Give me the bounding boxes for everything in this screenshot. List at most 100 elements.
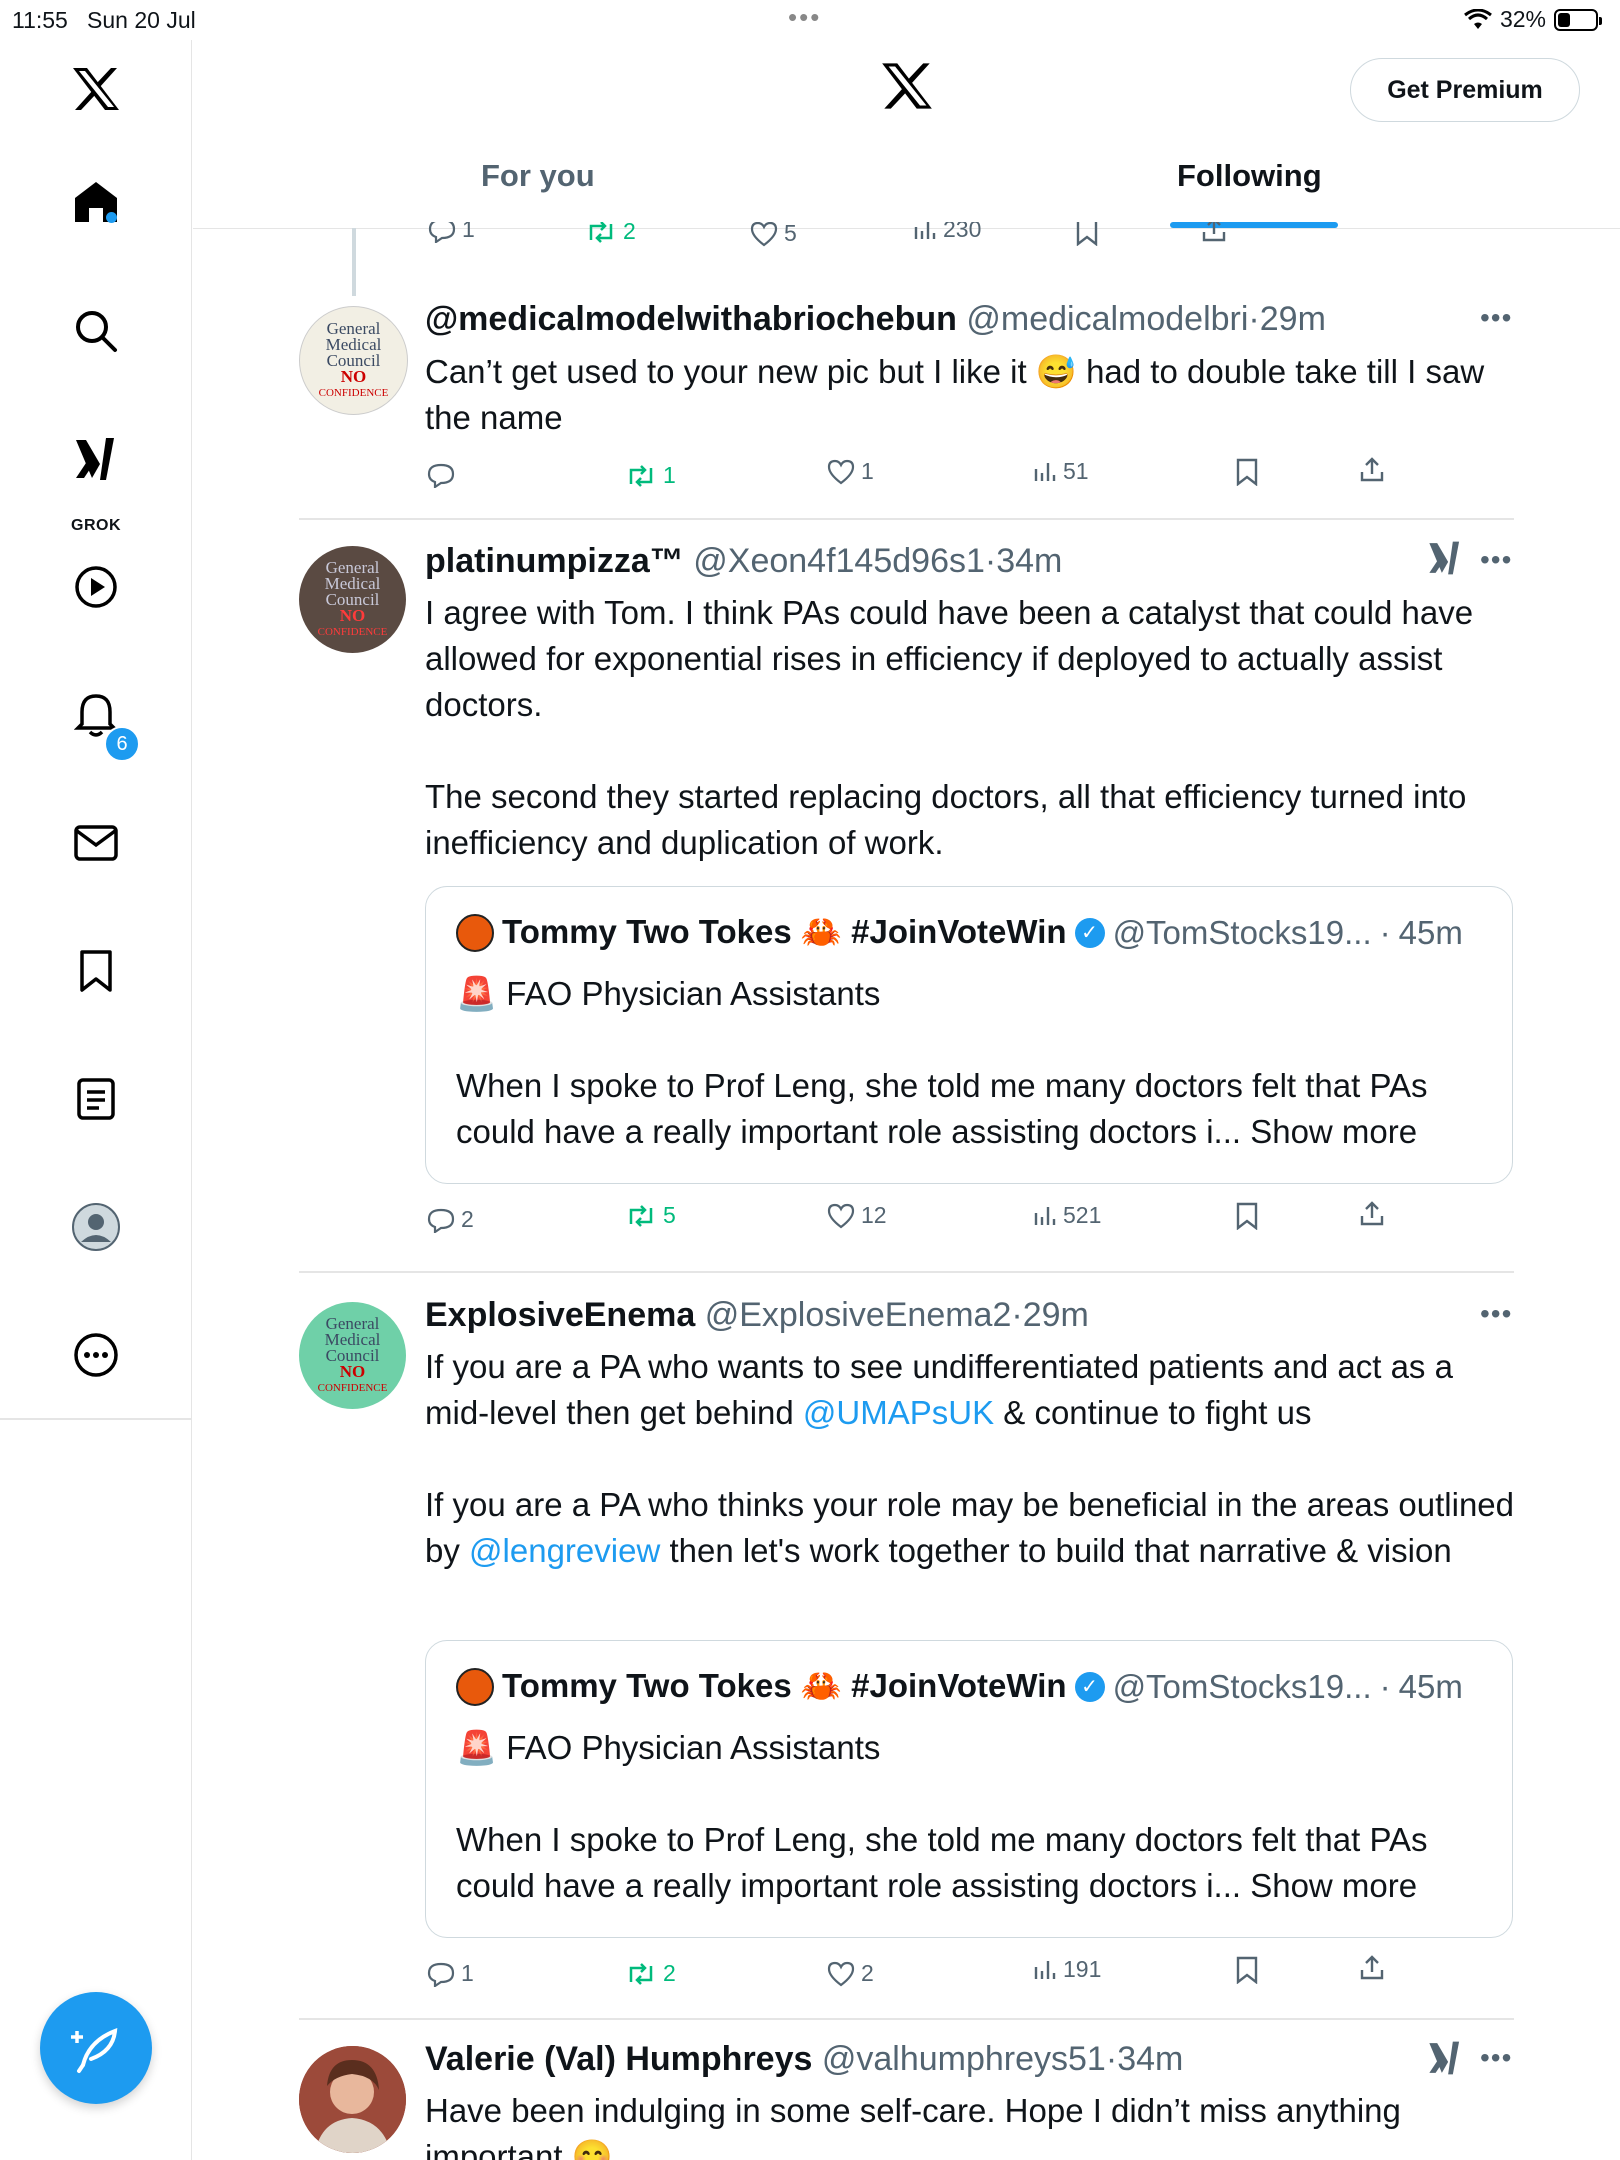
video-icon[interactable] (57, 548, 135, 626)
verified-badge-icon: ✓ (1074, 917, 1105, 948)
multitasking-dots-icon[interactable]: ••• (788, 2, 821, 33)
author-name[interactable]: platinumpizza™ (425, 542, 684, 580)
lists-icon[interactable] (57, 1060, 135, 1138)
avatar[interactable]: General Medical Council NO CONFIDENCE (299, 1302, 406, 1409)
views-button[interactable]: 230 (913, 222, 981, 243)
bookmark-button[interactable] (1235, 458, 1259, 486)
author-handle[interactable]: @valhumphreys51 (822, 2040, 1106, 2078)
share-button[interactable] (1359, 1954, 1385, 1982)
more-icon[interactable] (57, 1316, 135, 1394)
repost-icon (589, 222, 613, 243)
repost-button[interactable]: 2 (625, 1960, 676, 1987)
post-actions: 1 1 51 (425, 457, 1425, 502)
tab-following[interactable]: Following (1177, 158, 1322, 194)
quoted-avatar (456, 1667, 494, 1706)
heart-icon (827, 1203, 855, 1228)
reply-button[interactable]: 1 (428, 222, 475, 243)
author-name[interactable]: @medicalmodelwithabriochebun (425, 300, 957, 338)
post-text: If you are a PA who wants to see undiffe… (425, 1348, 1515, 1569)
views-button[interactable]: 521 (1033, 1202, 1101, 1229)
share-icon (1360, 457, 1384, 482)
share-button[interactable] (1359, 1200, 1385, 1228)
profile-icon[interactable] (57, 1188, 135, 1266)
like-button[interactable]: 2 (827, 1960, 874, 1987)
quoted-handle: @TomStocks19... (1112, 913, 1372, 951)
bookmark-button[interactable] (1235, 1956, 1259, 1984)
post-text: I agree with Tom. I think PAs could have… (425, 594, 1474, 861)
search-icon[interactable] (57, 292, 135, 370)
more-options-icon[interactable]: ••• (1480, 302, 1512, 334)
mail-icon[interactable] (57, 804, 135, 882)
post-divider (299, 1271, 1514, 1273)
grok-explain-icon[interactable] (1426, 540, 1464, 585)
mention-link[interactable]: @lengreview (469, 1532, 660, 1569)
grok-icon[interactable] (57, 420, 135, 498)
views-button[interactable]: 51 (1033, 458, 1089, 485)
post-time[interactable]: 29m (1260, 300, 1326, 338)
quoted-post[interactable]: Tommy Two Tokes 🦀 #JoinVoteWin ✓ @TomStock… (425, 886, 1513, 1184)
quoted-time: 45m (1398, 913, 1463, 951)
get-premium-button[interactable]: Get Premium (1350, 58, 1580, 122)
reply-button[interactable]: 2 (427, 1206, 474, 1233)
verified-badge-icon: ✓ (1074, 1671, 1105, 1702)
grok-explain-icon[interactable] (1426, 2040, 1464, 2085)
heart-icon (827, 459, 855, 484)
compose-post-button[interactable] (40, 1992, 152, 2104)
quoted-post[interactable]: Tommy Two Tokes 🦀 #JoinVoteWin ✓ @TomStock… (425, 1640, 1513, 1938)
like-button[interactable]: 1 (827, 458, 874, 485)
grok-label: GROK (71, 517, 121, 534)
views-icon (914, 222, 936, 239)
like-button[interactable]: 12 (827, 1202, 887, 1229)
more-options-icon[interactable]: ••• (1480, 2042, 1512, 2074)
repost-button[interactable]: 2 (585, 222, 636, 245)
author-name[interactable]: Valerie (Val) Humphreys (425, 2040, 812, 2078)
more-options-icon[interactable]: ••• (1480, 544, 1512, 576)
bookmark-icon (1236, 458, 1258, 486)
header-x-logo-icon[interactable] (880, 60, 934, 117)
tab-for-you[interactable]: For you (481, 158, 595, 194)
reply-button[interactable] (427, 462, 455, 488)
repost-button[interactable]: 1 (625, 462, 676, 489)
avatar[interactable]: General Medical Council NO CONFIDENCE (299, 546, 406, 653)
post-time[interactable]: 34m (996, 542, 1062, 580)
bookmark-icon[interactable] (57, 932, 135, 1010)
compose-feather-icon (71, 2027, 118, 2073)
mention-link[interactable]: @UMAPsUK (803, 1394, 994, 1431)
quoted-handle: @TomStocks19... (1112, 1667, 1372, 1705)
author-name[interactable]: ExplosiveEnema (425, 1296, 695, 1334)
author-handle[interactable]: @ExplosiveEnema2 (705, 1296, 1012, 1334)
battery-icon (1554, 8, 1602, 31)
status-time: 11:55 Sun 20 Jul (12, 7, 196, 33)
bookmark-icon (1236, 1956, 1258, 1984)
bookmark-button[interactable] (1235, 1202, 1259, 1230)
wifi-icon (1464, 8, 1492, 29)
bookmark-button[interactable] (1075, 222, 1099, 246)
post-time[interactable]: 34m (1117, 2040, 1183, 2078)
x-logo-icon[interactable] (57, 50, 135, 128)
quoted-post-header: Tommy Two Tokes 🦀 #JoinVoteWin ✓ @TomStock… (456, 913, 1463, 952)
battery-percent: 32% (1499, 6, 1546, 32)
post-divider (299, 518, 1514, 520)
post-time[interactable]: 29m (1023, 1296, 1089, 1334)
share-icon (1360, 1955, 1384, 1980)
repost-icon (629, 1962, 653, 1985)
views-icon (1034, 1206, 1056, 1225)
sidebar-divider (0, 1418, 192, 1420)
like-button[interactable]: 5 (750, 222, 797, 247)
author-handle[interactable]: @medicalmodelbri (966, 300, 1248, 338)
views-button[interactable]: 191 (1033, 1956, 1101, 1983)
status-bar: 11:55 Sun 20 Jul ••• 32% (0, 0, 1620, 40)
reply-icon (427, 463, 455, 488)
reply-button[interactable]: 1 (427, 1960, 474, 1987)
share-button[interactable] (1201, 222, 1227, 244)
avatar[interactable] (299, 2046, 406, 2153)
home-icon[interactable] (57, 163, 135, 241)
repost-button[interactable]: 5 (625, 1202, 676, 1229)
more-options-icon[interactable]: ••• (1480, 1298, 1512, 1330)
avatar[interactable]: General Medical Council NO CONFIDENCE (299, 306, 408, 415)
bookmark-icon (1236, 1202, 1258, 1230)
author-handle[interactable]: @Xeon4f145d96s1 (693, 542, 985, 580)
share-button[interactable] (1359, 456, 1385, 484)
post-text: Have been indulging in some self-care. H… (425, 2092, 1401, 2160)
reply-icon (428, 222, 456, 243)
